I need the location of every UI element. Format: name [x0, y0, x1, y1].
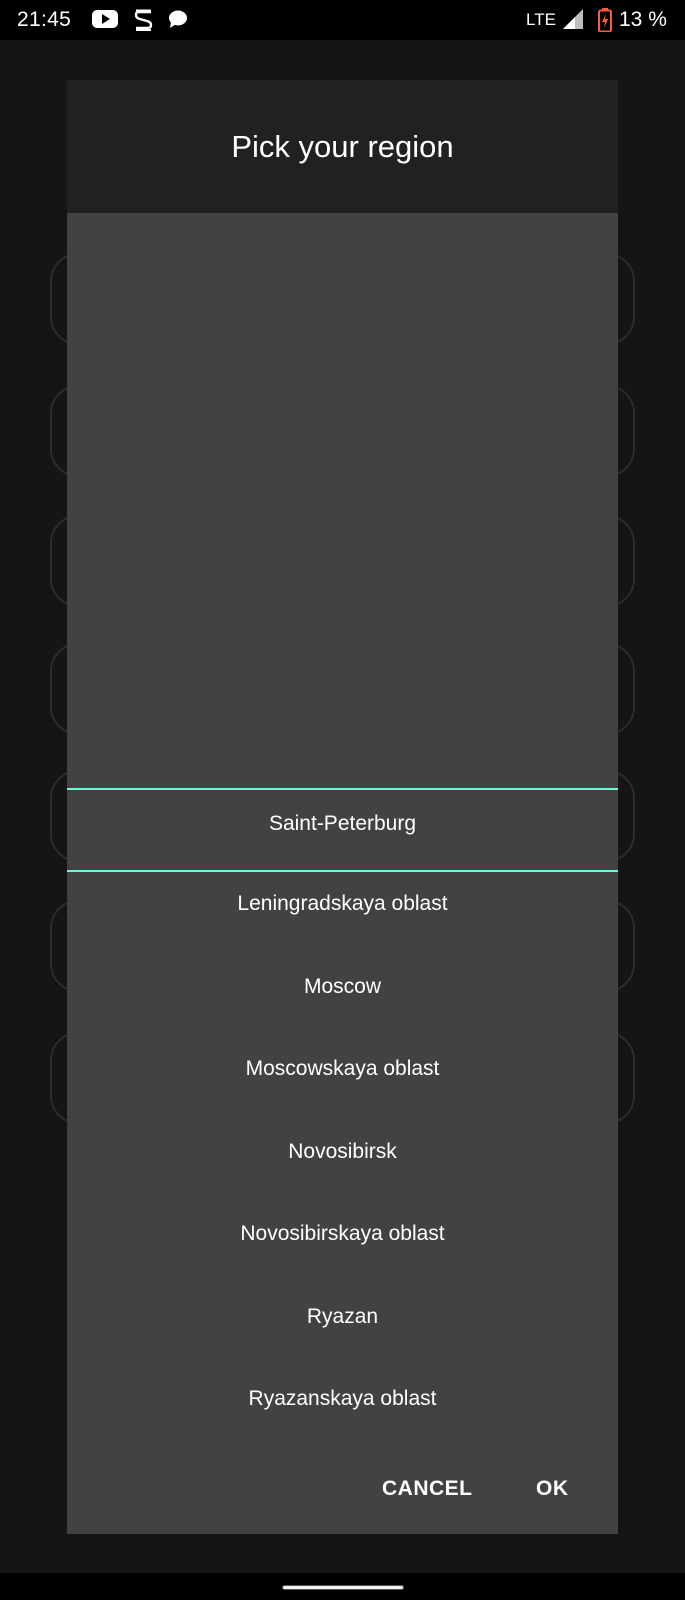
dialog-title: Pick your region — [231, 129, 454, 164]
navigation-bar — [0, 1573, 685, 1600]
status-bar: 21:45 LTE 13 % — [0, 0, 685, 40]
picker-divider-top — [67, 788, 618, 790]
network-type: LTE — [526, 10, 556, 29]
ok-button[interactable]: OK — [536, 1477, 569, 1501]
s-app-icon — [134, 9, 153, 31]
picker-option[interactable]: Moscowskaya oblast — [67, 1057, 618, 1081]
home-gesture-handle[interactable] — [282, 1585, 404, 1590]
picker-option[interactable]: Novosibirskaya oblast — [67, 1222, 618, 1246]
picker-selected-item[interactable]: Saint-Peterburg — [67, 812, 618, 836]
picker-divider-bottom — [67, 870, 618, 872]
picker-option[interactable]: Novosibirsk — [67, 1140, 618, 1164]
message-icon — [169, 10, 187, 28]
status-time: 21:45 — [17, 8, 72, 31]
battery-percentage: 13 % — [619, 8, 667, 31]
picker-option[interactable]: Ryazan — [67, 1305, 618, 1329]
youtube-icon — [92, 10, 118, 28]
picker-option[interactable]: Moscow — [67, 975, 618, 999]
picker-option[interactable]: Ryazanskaya oblast — [67, 1387, 618, 1411]
region-picker-dialog: Pick your region Saint-Peterburg Leningr… — [67, 80, 618, 1534]
cancel-button[interactable]: CANCEL — [382, 1477, 473, 1501]
signal-icon — [563, 9, 583, 29]
battery-charging-icon — [598, 8, 612, 32]
picker-option[interactable]: Leningradskaya oblast — [67, 892, 618, 916]
dialog-header: Pick your region — [67, 80, 618, 213]
